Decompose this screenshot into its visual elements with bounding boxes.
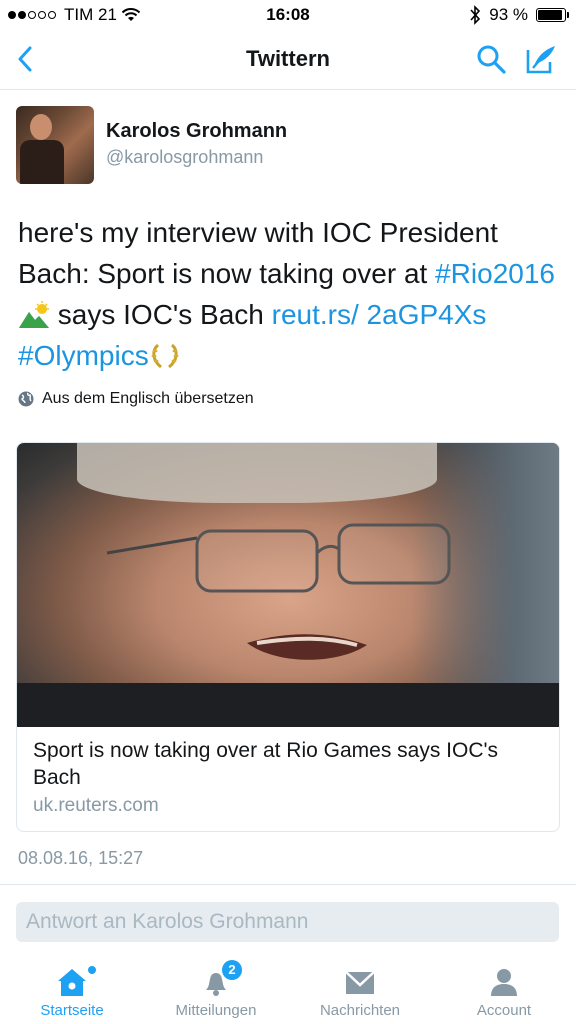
divider	[0, 884, 576, 885]
tweet-text-part: says IOC's Bach	[50, 299, 272, 330]
status-bar: TIM 21 16:08 93 %	[0, 0, 576, 30]
author-name[interactable]: Karolos Grohmann	[106, 120, 287, 143]
tab-label: Mitteilungen	[175, 1002, 257, 1019]
battery-icon	[536, 8, 569, 22]
author-handle[interactable]: @karolosgrohmann	[106, 147, 263, 168]
card-title: Sport is now taking over at Rio Games sa…	[33, 739, 499, 789]
tab-account[interactable]: Account	[432, 952, 576, 1024]
url-link[interactable]: reut.rs/ 2aGP4Xs	[272, 299, 487, 330]
tab-messages[interactable]: Nachrichten	[288, 952, 432, 1024]
person-icon	[491, 969, 517, 996]
avatar[interactable]	[16, 106, 94, 184]
search-icon[interactable]	[474, 42, 508, 76]
tab-bar: Startseite 2 Mitteilungen Nachrichten Ac…	[0, 952, 576, 1024]
hashtag-link[interactable]: #Olympics	[18, 340, 149, 371]
tab-label: Account	[476, 1002, 532, 1019]
home-icon	[58, 969, 86, 996]
link-card[interactable]: Sport is now taking over at Rio Games sa…	[16, 442, 560, 832]
mouth-illustration	[247, 634, 367, 660]
tweet-text: here's my interview with IOC President B…	[18, 212, 563, 376]
battery-percent: 93 %	[489, 5, 528, 24]
tweet-text-part: here's my interview with IOC President B…	[18, 217, 498, 289]
tweet-timestamp: 08.08.16, 15:27	[18, 848, 144, 868]
reply-input[interactable]: Antwort an Karolos Grohmann	[16, 902, 559, 942]
globe-icon	[18, 391, 34, 407]
article-image	[17, 443, 559, 727]
tab-home[interactable]: Startseite	[0, 952, 144, 1024]
tab-label: Startseite	[40, 1002, 104, 1019]
glasses-illustration	[106, 523, 451, 593]
compose-icon[interactable]	[524, 42, 558, 76]
new-content-dot	[88, 966, 96, 974]
tab-label: Nachrichten	[319, 1002, 401, 1019]
tab-notifications[interactable]: 2 Mitteilungen	[144, 952, 288, 1024]
mountain-sun-emoji-icon	[19, 301, 49, 328]
translate-label: Aus dem Englisch übersetzen	[42, 390, 254, 407]
bluetooth-icon	[470, 5, 481, 25]
translate-link[interactable]: Aus dem Englisch übersetzen	[18, 390, 254, 408]
laurel-wreath-emoji-icon	[151, 343, 179, 369]
battery-level	[538, 10, 563, 20]
reply-placeholder: Antwort an Karolos Grohmann	[26, 910, 309, 933]
envelope-icon	[345, 971, 375, 994]
notification-badge: 2	[222, 960, 242, 980]
card-domain: uk.reuters.com	[33, 795, 159, 816]
status-right: 93 %	[469, 5, 569, 25]
hashtag-link[interactable]: #Rio2016	[435, 258, 555, 289]
nav-bar: Twittern	[0, 30, 576, 90]
